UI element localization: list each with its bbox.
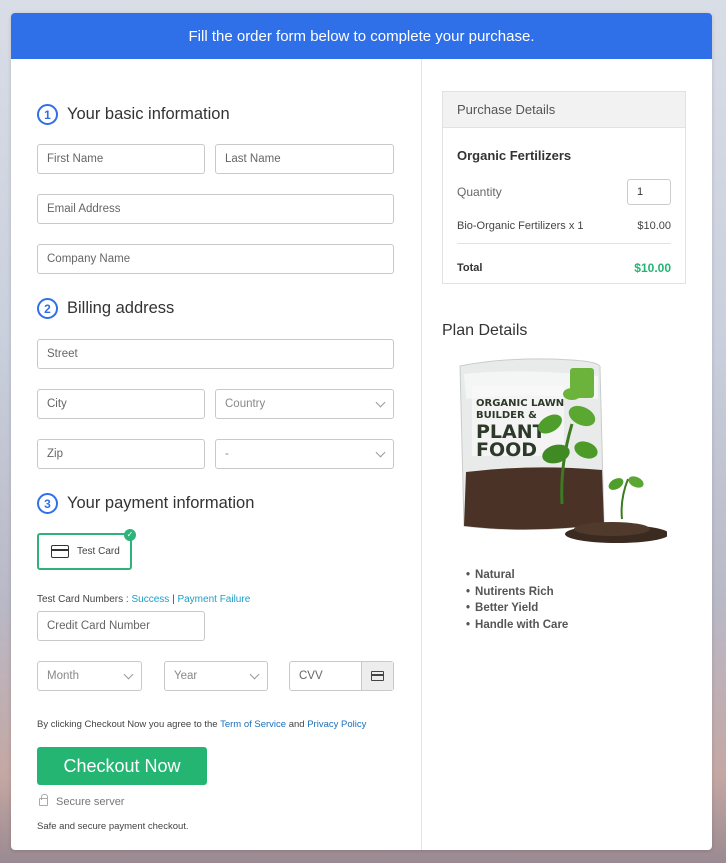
secure-note: Safe and secure payment checkout. [37,821,189,832]
cvv-input[interactable]: CVV [289,661,394,691]
billing-heading: 2 Billing address [37,298,174,319]
bag-line-4: FOOD [476,439,537,461]
year-select[interactable]: Year [164,661,268,691]
city-placeholder: City [47,398,67,410]
zip-placeholder: Zip [47,448,63,460]
chevron-down-icon [123,669,134,679]
card-number-input[interactable]: Credit Card Number [37,611,205,641]
check-icon: ✓ [124,529,136,541]
total-label: Total [457,262,483,274]
step-number-3: 3 [37,493,58,514]
lock-icon [39,794,48,806]
feature-item: Handle with Care [466,617,568,634]
agreement-text: By clicking Checkout Now you agree to th… [37,719,366,730]
agreement-prefix: By clicking Checkout Now you agree to th… [37,719,218,730]
billing-title: Billing address [67,299,175,317]
purchase-details-box: Purchase Details Organic Fertilizers Qua… [442,91,686,284]
purchase-header: Purchase Details [443,92,685,128]
chevron-down-icon [375,447,386,457]
payment-title: Your payment information [67,494,255,512]
first-name-input[interactable]: First Name [37,144,205,174]
feature-item: Nutirents Rich [466,584,568,601]
form-column: 1 Your basic information First Name Last… [11,59,421,850]
order-form-card: Fill the order form below to complete yo… [11,13,712,850]
chevron-down-icon [249,669,260,679]
basic-info-heading: 1 Your basic information [37,104,230,125]
bag-line-1: ORGANIC LAWN [476,398,564,409]
link-separator: | [172,594,175,605]
street-placeholder: Street [47,348,78,360]
test-card-numbers: Test Card Numbers : Success | Payment Fa… [37,594,250,605]
top-banner: Fill the order form below to complete yo… [11,13,712,59]
state-select[interactable]: - [215,439,394,469]
quantity-label: Quantity [457,185,502,199]
quantity-row: Quantity 1 [457,179,671,205]
banner-text: Fill the order form below to complete yo… [188,27,535,45]
step-number-1: 1 [37,104,58,125]
summary-column: Purchase Details Organic Fertilizers Qua… [422,59,712,850]
company-input[interactable]: Company Name [37,244,394,274]
zip-input[interactable]: Zip [37,439,205,469]
checkout-button[interactable]: Checkout Now [37,747,207,785]
plan-features-list: Natural Nutirents Rich Better Yield Hand… [466,567,568,633]
test-numbers-label: Test Card Numbers : [37,594,129,605]
card-number-placeholder: Credit Card Number [47,620,150,632]
total-value: $10.00 [634,261,671,275]
feature-item: Better Yield [466,600,568,617]
year-selected: Year [174,670,198,682]
success-link[interactable]: Success [131,594,169,605]
month-selected: Month [47,670,79,682]
payment-heading: 3 Your payment information [37,493,254,514]
chevron-down-icon [375,397,386,407]
quantity-input[interactable]: 1 [627,179,671,205]
test-card-option[interactable]: Test Card ✓ [37,529,136,570]
card-icon [51,545,69,558]
bag-line-2: BUILDER & [476,410,537,421]
last-name-input[interactable]: Last Name [215,144,394,174]
total-row: Total $10.00 [457,261,671,275]
email-input[interactable]: Email Address [37,194,394,224]
feature-item: Natural [466,567,568,584]
line-item-label: Bio-Organic Fertilizers x 1 [457,220,584,232]
agreement-and: and [288,719,305,730]
email-placeholder: Email Address [47,203,121,215]
cvv-placeholder: CVV [299,670,323,682]
street-input[interactable]: Street [37,339,394,369]
plan-details-title: Plan Details [442,322,528,339]
country-select[interactable]: Country [215,389,394,419]
secure-server: Secure server [39,794,125,808]
company-placeholder: Company Name [47,253,131,265]
secure-label: Secure server [56,796,125,808]
state-selected: - [225,448,229,460]
city-input[interactable]: City [37,389,205,419]
basic-info-title: Your basic information [67,105,230,123]
first-name-placeholder: First Name [47,153,104,165]
country-selected: Country [225,398,266,410]
month-select[interactable]: Month [37,661,142,691]
product-image: ORGANIC LAWN BUILDER & PLANT FOOD [459,358,667,543]
cvv-card-icon [361,662,393,690]
product-name-text: Organic Fertilizers [457,148,572,163]
test-card-label: Test Card [77,546,120,557]
last-name-placeholder: Last Name [225,153,281,165]
step-number-2: 2 [37,298,58,319]
privacy-link[interactable]: Privacy Policy [307,719,366,730]
line-item-row: Bio-Organic Fertilizers x 1 $10.00 [457,220,671,244]
payment-failure-link[interactable]: Payment Failure [177,594,250,605]
line-item-price: $10.00 [637,220,671,232]
product-name: Organic Fertilizers [457,148,671,163]
terms-link[interactable]: Term of Service [220,719,286,730]
